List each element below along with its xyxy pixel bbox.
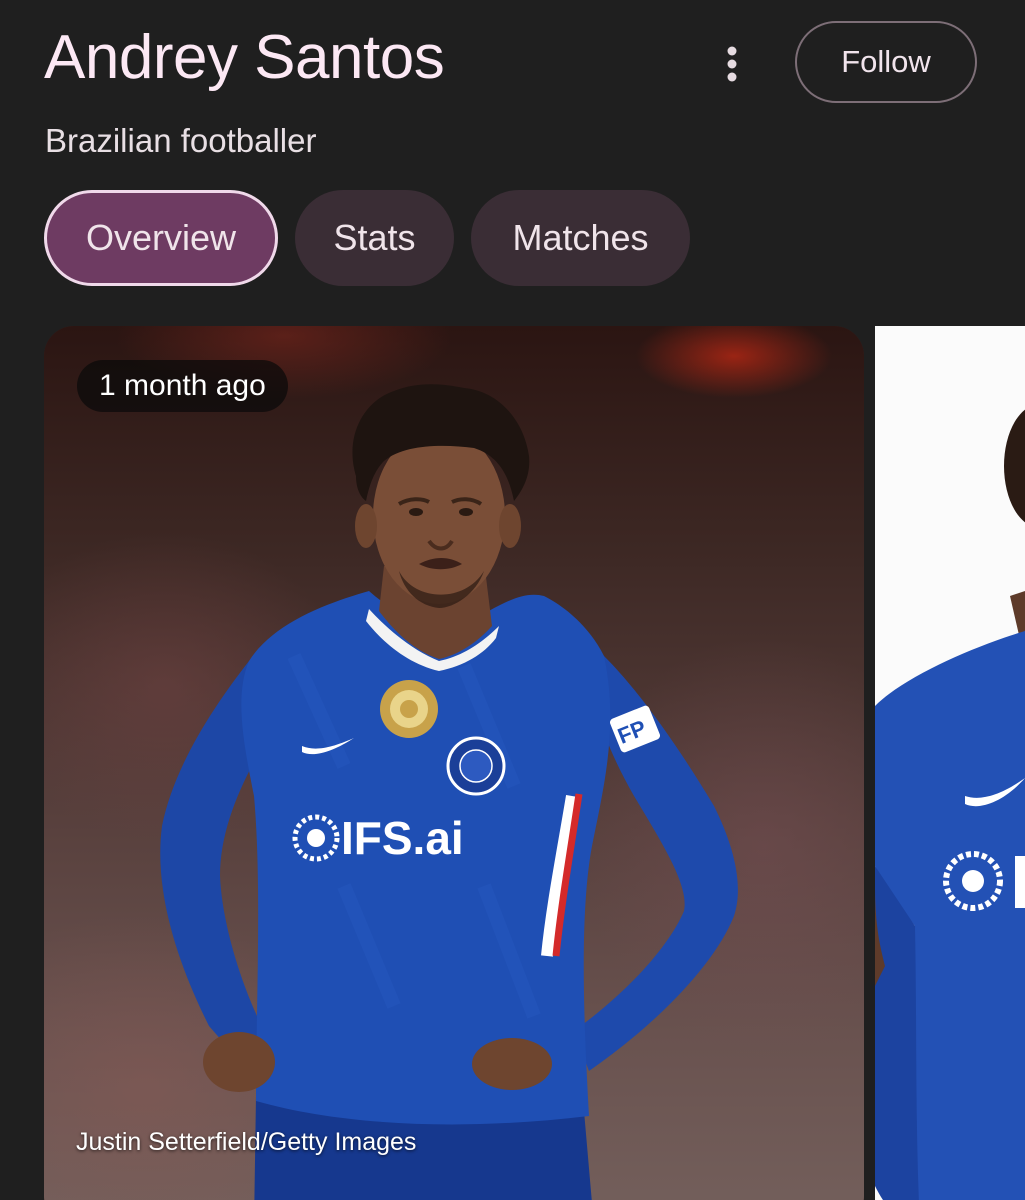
follow-button[interactable]: Follow [795,21,977,103]
tab-matches[interactable]: Matches [471,190,690,286]
more-vertical-icon [727,46,737,82]
image-credit: Justin Setterfield/Getty Images [76,1128,417,1156]
sponsor-logo-text: IFS.ai [341,812,464,864]
more-options-button[interactable] [706,38,758,90]
page-title: Andrey Santos [44,23,445,92]
news-image-card[interactable]: IFS.ai FP 1 month ago Justin Setterfield… [44,326,864,1200]
page-subtitle: Brazilian footballer [45,122,317,159]
tab-overview[interactable]: Overview [44,190,278,286]
player-page: Andrey Santos Follow Brazilian footballe… [0,0,1025,1200]
player-photo: IFS.ai FP [160,384,738,1200]
time-badge: 1 month ago [77,360,288,412]
news-image-card-next[interactable] [875,326,1025,1200]
player-photo-next [875,409,1025,1200]
tab-stats[interactable]: Stats [295,190,454,286]
